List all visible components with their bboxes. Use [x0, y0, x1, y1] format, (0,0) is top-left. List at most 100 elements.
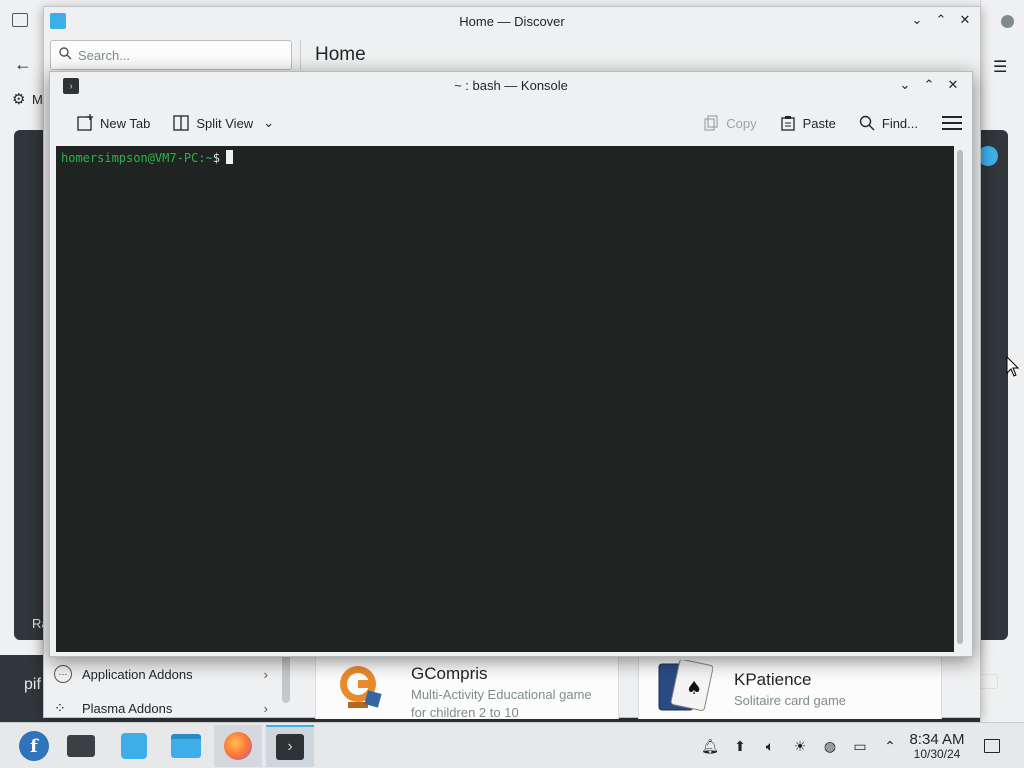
close-icon[interactable]: ✕	[956, 11, 974, 29]
split-view-button[interactable]: Split View ⌄	[168, 108, 278, 138]
app-description-line: for children 2 to 10	[411, 705, 519, 720]
app-description: Solitaire card game	[734, 693, 846, 708]
copy-button[interactable]: Copy	[698, 108, 760, 138]
text-cursor	[225, 150, 233, 164]
maximize-icon[interactable]: ⌃	[932, 11, 950, 29]
prompt-path: :~	[198, 151, 213, 165]
copy-icon	[702, 114, 720, 132]
taskbar-discover[interactable]	[110, 725, 158, 767]
chevron-right-icon: ›	[263, 700, 268, 716]
terminal-scrollbar[interactable]	[954, 146, 968, 652]
volume-muted-icon[interactable]: 🔈︎	[760, 737, 780, 755]
find-button[interactable]: Find...	[854, 108, 922, 138]
notifications-bell-icon[interactable]: 🔔︎	[700, 737, 720, 755]
taskbar-dolphin[interactable]	[162, 725, 210, 767]
discover-toolbar: Search... Home	[44, 35, 980, 75]
prompt-symbol: $	[212, 151, 220, 165]
page-title: Home	[315, 44, 366, 65]
sidebar-item-label: Plasma Addons	[82, 700, 173, 716]
close-circle-icon[interactable]	[1001, 15, 1014, 28]
minimize-icon[interactable]: ⌄	[908, 11, 926, 29]
taskbar-konsole[interactable]: ›	[266, 725, 314, 767]
system-tray: 🔔︎ ⬆ 🔈︎ ☀ ◍ ▭ ⌃	[700, 737, 900, 755]
taskbar: f › 🔔︎ ⬆ 🔈︎ ☀ ◍ ▭ ⌃ 8:34 AM 10/30/24	[0, 722, 1024, 768]
sidebar-scrollbar[interactable]	[282, 653, 290, 703]
addons-icon: ···	[54, 665, 72, 683]
background-panel-left	[14, 130, 44, 640]
app-name: GCompris	[411, 664, 488, 683]
find-label: Find...	[881, 115, 918, 131]
search-input[interactable]: Search...	[50, 40, 292, 70]
comment-icon[interactable]	[980, 674, 998, 689]
minimize-icon[interactable]: ⌄	[896, 76, 914, 94]
paste-icon	[779, 114, 797, 132]
plasma-icon: ⁘	[54, 699, 66, 716]
clock-time: 8:34 AM	[909, 731, 965, 748]
gcompris-logo-icon	[340, 666, 382, 708]
konsole-icon: ›	[276, 734, 304, 760]
back-arrow-icon[interactable]: ←	[14, 54, 32, 75]
fedora-logo-icon: f	[19, 731, 49, 761]
bg-partial-pif: pif	[24, 676, 41, 693]
kpatience-logo-icon: ♠	[658, 660, 713, 711]
split-view-label: Split View	[196, 115, 254, 131]
search-icon	[59, 47, 72, 63]
clock-date: 10/30/24	[913, 747, 961, 761]
taskbar-system-settings[interactable]	[57, 725, 105, 767]
new-tab-label: New Tab	[100, 115, 151, 131]
discover-icon	[121, 733, 147, 759]
taskbar-firefox[interactable]	[214, 725, 262, 767]
search-icon	[858, 114, 876, 132]
application-launcher-button[interactable]: f	[10, 725, 58, 767]
search-placeholder: Search...	[78, 47, 131, 63]
display-icon[interactable]: ▭	[850, 737, 870, 755]
konsole-title: ~ : bash — Konsole	[454, 78, 568, 93]
paste-label: Paste	[802, 115, 836, 131]
settings-gear-icon[interactable]: ⚙	[12, 90, 25, 108]
hamburger-menu-icon[interactable]	[942, 116, 962, 130]
show-desktop-icon[interactable]	[984, 739, 1000, 753]
app-description: Multi-Activity Educational game for chil…	[411, 686, 592, 722]
maximize-icon[interactable]: ⌃	[920, 76, 938, 94]
chevron-up-icon[interactable]: ⌃	[880, 737, 900, 755]
mouse-pointer-icon	[1006, 356, 1020, 377]
network-globe-icon[interactable]: ◍	[820, 737, 840, 755]
paste-button[interactable]: Paste	[775, 108, 840, 138]
konsole-toolbar: New Tab Split View ⌄ Copy Paste Find...	[50, 100, 972, 146]
bg-partial-label: M	[32, 92, 43, 107]
konsole-window: › ~ : bash — Konsole ⌄ ⌃ ✕ New Tab Split…	[49, 71, 973, 657]
archive-icon[interactable]	[12, 13, 28, 27]
digital-clock[interactable]: 8:34 AM 10/30/24	[904, 731, 970, 761]
app-name: KPatience	[734, 670, 812, 689]
brightness-icon[interactable]: ☀	[790, 737, 810, 755]
discover-title: Home — Discover	[459, 13, 565, 29]
terminal-prompt: homersimpson@VM7-PC:~$	[61, 150, 233, 165]
background-panel-right	[980, 130, 1008, 640]
hamburger-menu-icon[interactable]: ☰	[993, 57, 1007, 77]
close-icon[interactable]: ✕	[944, 76, 962, 94]
sidebar-item-application-addons[interactable]: ··· Application Addons ›	[44, 657, 284, 691]
app-card-kpatience[interactable]: ♠ KPatience Solitaire card game	[638, 655, 942, 719]
chevron-right-icon: ›	[263, 666, 268, 682]
terminal-area[interactable]: homersimpson@VM7-PC:~$	[56, 146, 954, 652]
firefox-icon	[224, 732, 252, 760]
discover-titlebar[interactable]: Home — Discover ⌄ ⌃ ✕	[44, 7, 980, 35]
split-view-icon	[172, 114, 190, 132]
updates-icon[interactable]: ⬆	[730, 737, 750, 755]
scrollbar-thumb[interactable]	[957, 150, 963, 644]
svg-text:♠: ♠	[686, 678, 702, 699]
konsole-titlebar[interactable]: › ~ : bash — Konsole ⌄ ⌃ ✕	[50, 72, 972, 100]
sidebar-item-label: Application Addons	[82, 666, 193, 682]
app-description-line: Multi-Activity Educational game	[411, 687, 592, 702]
folder-icon	[171, 734, 201, 758]
sidebar-item-plasma-addons[interactable]: ⁘ Plasma Addons ›	[44, 691, 284, 725]
chevron-down-icon[interactable]: ⌄	[263, 115, 274, 131]
discover-sidebar: ··· Application Addons › ⁘ Plasma Addons…	[44, 657, 284, 725]
system-settings-icon	[67, 735, 95, 757]
new-tab-icon	[76, 114, 94, 132]
toolbar-separator	[300, 40, 301, 70]
copy-label: Copy	[726, 115, 757, 131]
app-card-gcompris[interactable]: GCompris Multi-Activity Educational game…	[315, 655, 619, 722]
more-options-icon[interactable]	[978, 146, 998, 166]
new-tab-button[interactable]: New Tab	[72, 108, 154, 138]
